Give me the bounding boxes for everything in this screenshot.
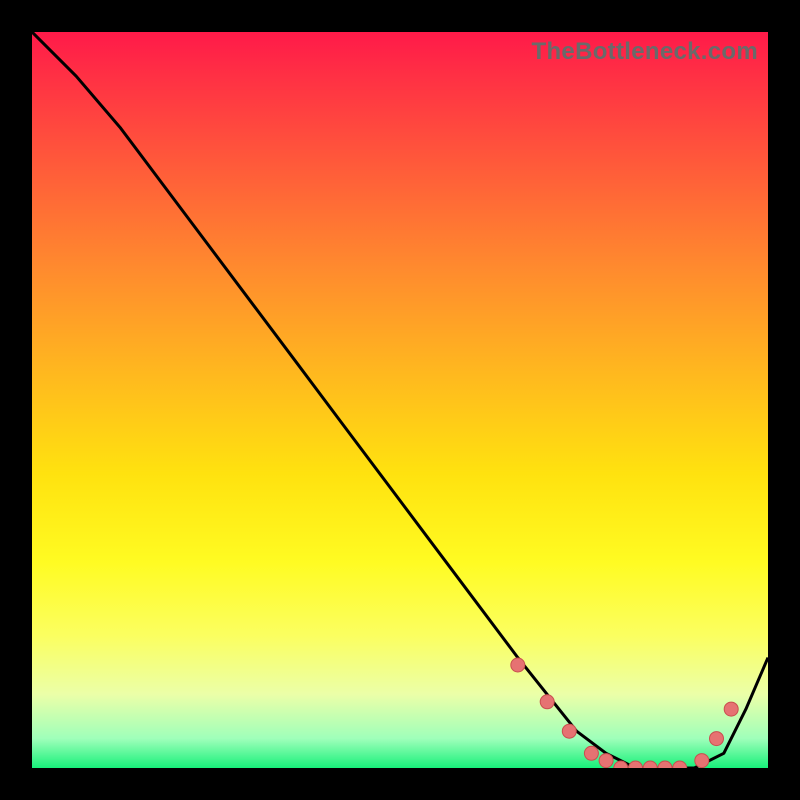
data-point <box>540 695 554 709</box>
chart-svg <box>32 32 768 768</box>
bottleneck-curve <box>32 32 768 768</box>
data-point <box>599 754 613 768</box>
data-point <box>511 658 525 672</box>
data-point <box>658 761 672 768</box>
data-point <box>673 761 687 768</box>
data-point <box>695 754 709 768</box>
data-point <box>584 746 598 760</box>
data-point <box>724 702 738 716</box>
data-point <box>562 724 576 738</box>
data-point <box>629 761 643 768</box>
chart-plot-area: TheBottleneck.com <box>32 32 768 768</box>
data-point <box>710 732 724 746</box>
data-point <box>643 761 657 768</box>
